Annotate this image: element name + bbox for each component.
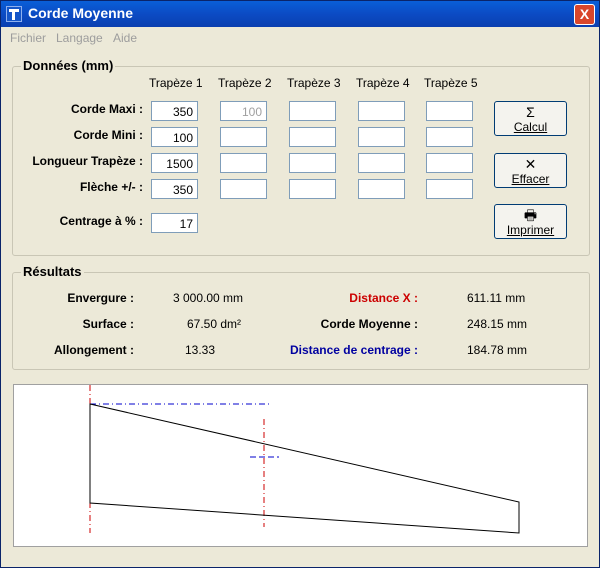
label-corde-mini: Corde Mini :: [73, 128, 143, 142]
resultats-title: Résultats: [21, 264, 84, 279]
effacer-label: Effacer: [511, 172, 550, 186]
col-header-trapeze-3: Trapèze 3: [287, 76, 341, 90]
label-surface: Surface :: [82, 317, 134, 331]
input-fleche-t1[interactable]: [151, 179, 198, 199]
value-distance-x: 611.11 mm: [467, 291, 526, 305]
col-header-trapeze-4: Trapèze 4: [356, 76, 410, 90]
imprimer-button[interactable]: 🖶 Imprimer: [494, 204, 567, 239]
label-distance-x: Distance X :: [349, 291, 418, 305]
menu-aide[interactable]: Aide: [113, 31, 137, 45]
printer-icon: 🖶: [523, 207, 538, 223]
value-surface: 67.50 dm²: [187, 317, 242, 331]
input-corde-maxi-t4[interactable]: [358, 101, 405, 121]
input-corde-maxi-t5[interactable]: [426, 101, 473, 121]
input-corde-mini-t3[interactable]: [289, 127, 336, 147]
input-fleche-t2[interactable]: [220, 179, 267, 199]
col-header-trapeze-5: Trapèze 5: [424, 76, 478, 90]
label-centrage: Centrage à % :: [59, 214, 143, 228]
input-fleche-t4[interactable]: [358, 179, 405, 199]
wing-drawing-svg: [89, 385, 520, 534]
col-header-trapeze-1: Trapèze 1: [149, 76, 203, 90]
menu-langage[interactable]: Langage: [56, 31, 103, 45]
input-corde-mini-t1[interactable]: [151, 127, 198, 147]
input-corde-maxi-t3[interactable]: [289, 101, 336, 121]
value-envergure: 3 000.00 mm: [173, 291, 244, 305]
input-corde-mini-t4[interactable]: [358, 127, 405, 147]
input-corde-mini-t2[interactable]: [220, 127, 267, 147]
input-longueur-t4[interactable]: [358, 153, 405, 173]
window-title: Corde Moyenne: [28, 5, 134, 21]
label-fleche: Flèche +/- :: [79, 180, 143, 194]
input-corde-maxi-t2[interactable]: [220, 101, 267, 121]
label-envergure: Envergure :: [67, 291, 134, 305]
close-button[interactable]: X: [574, 4, 595, 25]
calcul-button[interactable]: Σ Calcul: [494, 101, 567, 136]
effacer-button[interactable]: ✕ Effacer: [494, 153, 567, 188]
menu-fichier[interactable]: Fichier: [10, 31, 46, 45]
input-longueur-t5[interactable]: [426, 153, 473, 173]
title-bar[interactable]: Corde Moyenne X: [1, 1, 599, 27]
input-longueur-t1[interactable]: [151, 153, 198, 173]
input-longueur-t2[interactable]: [220, 153, 267, 173]
donnees-title: Données (mm): [21, 58, 116, 73]
value-allongement: 13.33: [185, 343, 216, 357]
input-longueur-t3[interactable]: [289, 153, 336, 173]
wing-outline: [89, 403, 520, 534]
main-window: Corde Moyenne X Fichier Langage Aide Don…: [0, 0, 600, 568]
input-fleche-t3[interactable]: [289, 179, 336, 199]
label-distance-centrage: Distance de centrage :: [289, 343, 418, 357]
eraser-x-icon: ✕: [524, 156, 537, 172]
label-allongement: Allongement :: [54, 343, 134, 357]
input-corde-maxi-t1[interactable]: [151, 101, 198, 121]
app-icon: [6, 6, 22, 22]
value-corde-moyenne: 248.15 mm: [467, 317, 528, 331]
col-header-trapeze-2: Trapèze 2: [218, 76, 272, 90]
label-corde-maxi: Corde Maxi :: [70, 102, 143, 116]
input-fleche-t5[interactable]: [426, 179, 473, 199]
imprimer-label: Imprimer: [506, 223, 555, 237]
label-longueur-trapeze: Longueur Trapèze :: [32, 154, 143, 168]
sigma-icon: Σ: [526, 104, 535, 120]
calcul-label: Calcul: [513, 120, 548, 134]
menu-bar: Fichier Langage Aide: [1, 27, 599, 47]
input-centrage[interactable]: [151, 213, 198, 233]
label-corde-moyenne: Corde Moyenne :: [320, 317, 418, 331]
input-corde-mini-t5[interactable]: [426, 127, 473, 147]
wing-drawing-canvas: [13, 384, 588, 547]
value-distance-centrage: 184.78 mm: [467, 343, 528, 357]
